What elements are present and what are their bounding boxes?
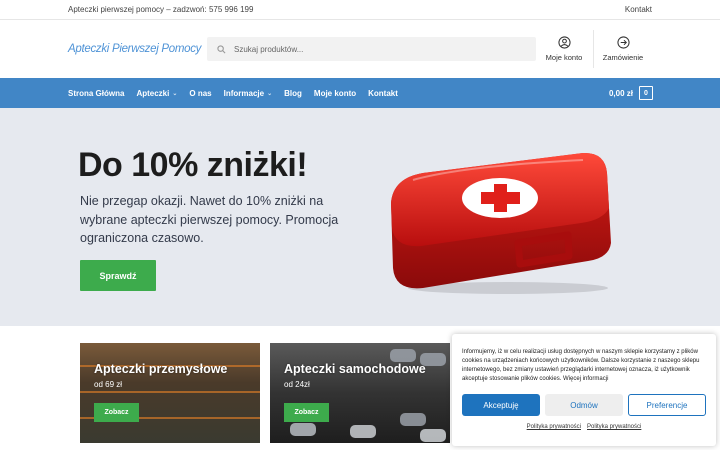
arrow-circle-icon	[616, 36, 630, 49]
cart-total: 0,00 zł	[608, 88, 633, 98]
top-bar: Apteczki pierwszej pomocy – zadzwoń: 575…	[0, 0, 720, 20]
nav-item-blog[interactable]: Blog	[284, 89, 302, 98]
privacy-policy-link[interactable]: Polityka prywatności	[527, 424, 581, 430]
nav-item-about[interactable]: O nas	[189, 89, 211, 98]
hero-banner: Do 10% zniżki! Nie przegap okazji. Nawet…	[0, 108, 720, 326]
car-decoration	[290, 423, 316, 436]
account-label: Moje konto	[545, 53, 583, 62]
card-price: od 24zł	[284, 380, 310, 389]
cookie-consent-banner: Informujemy, iż w celu realizacji usług …	[452, 334, 716, 446]
nav-item-label: Blog	[284, 88, 302, 98]
category-card-car[interactable]: Apteczki samochodowe od 24zł Zobacz	[270, 343, 450, 443]
cookie-preferences-button[interactable]: Preferencje	[628, 394, 706, 416]
nav-item-account[interactable]: Moje konto	[314, 89, 356, 98]
search-icon	[217, 44, 226, 53]
nav-item-label: Apteczki	[136, 88, 170, 98]
privacy-policy-link[interactable]: Polityka prywatności	[587, 424, 641, 430]
nav-item-contact[interactable]: Kontakt	[368, 89, 398, 98]
shelf-decoration	[80, 391, 260, 393]
cart-count-badge: 0	[639, 86, 653, 100]
nav-item-label: Moje konto	[313, 88, 357, 98]
nav-item-home[interactable]: Strona Główna	[68, 89, 124, 98]
hero-title: Do 10% zniżki!	[78, 146, 308, 184]
car-decoration	[420, 429, 446, 442]
hero-cta-button[interactable]: Sprawdź	[80, 260, 156, 291]
site-header: Apteczki Pierwszej Pomocy Szukaj produkt…	[0, 20, 720, 78]
hero-text: Nie przegap okazji. Nawet do 10% zniżki …	[80, 194, 339, 245]
nav-item-info[interactable]: Informacje ⌄	[224, 89, 273, 98]
user-icon	[557, 36, 571, 49]
chevron-down-icon: ⌄	[172, 90, 178, 97]
cookie-deny-button[interactable]: Odmów	[545, 394, 623, 416]
nav-item-label: Strona Główna	[68, 88, 125, 98]
site-logo[interactable]: Apteczki Pierwszej Pomocy	[68, 43, 207, 55]
card-view-button[interactable]: Zobacz	[94, 403, 139, 422]
search-input[interactable]: Szukaj produktów...	[207, 37, 536, 61]
chevron-down-icon: ⌄	[267, 90, 273, 97]
card-price: od 69 zł	[94, 380, 123, 389]
nav-item-label: O nas	[189, 88, 212, 98]
topbar-contact-link[interactable]: Kontakt	[625, 5, 652, 14]
first-aid-kit-image	[391, 152, 611, 294]
card-view-button[interactable]: Zobacz	[284, 403, 329, 422]
checkout-button[interactable]: Zamówienie	[594, 20, 652, 78]
topbar-info: Apteczki pierwszej pomocy – zadzwoń: 575…	[68, 5, 254, 14]
category-card-industrial[interactable]: Apteczki przemysłowe od 69 zł Zobacz	[80, 343, 260, 443]
car-decoration	[390, 349, 416, 362]
card-title: Apteczki samochodowe	[284, 362, 426, 376]
category-cards: Apteczki przemysłowe od 69 zł Zobacz Apt…	[80, 343, 460, 443]
nav-item-label: Kontakt	[368, 88, 398, 98]
nav-item-kits[interactable]: Apteczki ⌄	[136, 89, 177, 98]
cart-button[interactable]: 0,00 zł 0	[609, 86, 653, 100]
car-decoration	[400, 413, 426, 426]
main-nav: Strona Główna Apteczki ⌄ O nas Informacje…	[0, 78, 720, 108]
search-placeholder: Szukaj produktów...	[234, 44, 304, 54]
card-title: Apteczki przemysłowe	[94, 362, 228, 376]
account-button[interactable]: Moje konto	[535, 20, 593, 78]
cookie-accept-button[interactable]: Akceptuję	[462, 394, 540, 416]
nav-item-label: Informacje	[223, 88, 265, 98]
checkout-label: Zamówienie	[602, 53, 644, 62]
car-decoration	[350, 425, 376, 438]
cookie-text: Informujemy, iż w celu realizacji usług …	[462, 349, 700, 382]
